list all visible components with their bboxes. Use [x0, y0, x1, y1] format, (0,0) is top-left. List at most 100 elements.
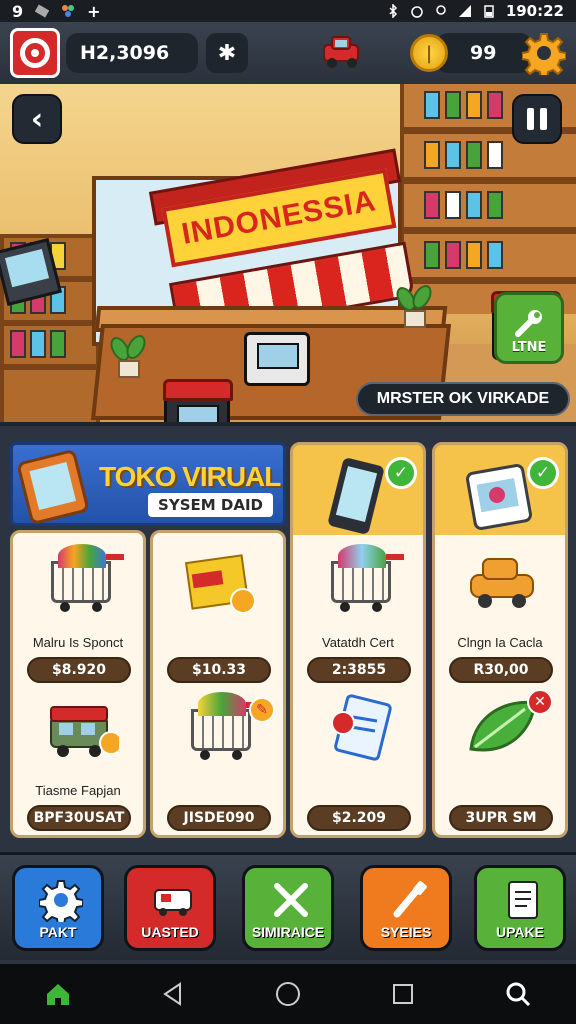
shopping-cart-icon: [43, 544, 124, 619]
action-label: PAKT: [39, 924, 77, 940]
plant-icon: [392, 281, 436, 328]
document-icon: [331, 694, 392, 761]
tools-icon: [274, 883, 308, 917]
shop-item[interactable]: Tiasme Fapjan BPF30USAT: [13, 687, 143, 837]
mission-button[interactable]: MRSTER OK VIRKADE: [356, 382, 570, 416]
shop-item[interactable]: $10.33: [153, 539, 283, 689]
shop-column-featured: ✓ Clngn Ia Cacla R30,00 ✕ 3UPR SM: [432, 442, 568, 838]
edit-badge-icon: ✎: [249, 697, 275, 723]
action-button-pakt[interactable]: PAKT: [12, 865, 104, 951]
store-scene[interactable]: INDONESSIA ‹ LTNE MRSTER OK VIRKADE: [0, 84, 576, 426]
square-icon: [393, 984, 414, 1004]
action-label: UPAKE: [496, 924, 544, 940]
action-button-upake[interactable]: UPAKE: [474, 865, 566, 951]
shop-item[interactable]: ✕ 3UPR SM: [435, 687, 565, 837]
favorite-button[interactable]: ✱: [206, 33, 248, 73]
circle-icon: [275, 982, 300, 1006]
home-icon: [46, 984, 69, 1005]
chevron-left-icon: ‹: [30, 101, 44, 137]
battery-icon: [484, 5, 494, 18]
coin-amount: 99: [436, 33, 532, 73]
shop-column: $10.33 ✎ JISDE090: [150, 530, 286, 838]
delivery-truck-icon[interactable]: [320, 33, 366, 73]
shop-item[interactable]: Clngn Ia Cacla R30,00: [435, 539, 565, 689]
item-price[interactable]: $10.33: [167, 657, 271, 683]
gear-icon: [39, 880, 83, 922]
notification-icon: [35, 4, 50, 18]
player-id: H2,3096: [66, 33, 198, 73]
check-icon: ✓: [527, 457, 559, 489]
shop-subtitle: SYSEM DAID: [148, 493, 273, 517]
recents-button[interactable]: [383, 974, 423, 1014]
system-nav-bar: [0, 964, 576, 1024]
search-button[interactable]: [498, 974, 538, 1014]
fire-truck-icon: [154, 889, 192, 916]
back-button[interactable]: ‹: [12, 94, 62, 144]
spray-icon: [393, 881, 427, 918]
tool-label: LTNE: [511, 340, 547, 355]
action-button-uasted[interactable]: UASTED: [124, 865, 216, 951]
action-bar: PAKT UASTED SIMIRAICE SYEIES UPAKE: [0, 852, 576, 960]
status-number: 9: [12, 1, 24, 21]
alarm-icon: [411, 6, 423, 18]
settings-gear-button[interactable]: [522, 31, 566, 75]
item-price[interactable]: 2:3855: [307, 657, 411, 683]
location-icon: [436, 5, 446, 15]
back-triangle-icon: [162, 982, 181, 1006]
bluetooth-icon: [389, 4, 397, 18]
item-price[interactable]: 3UPR SM: [449, 805, 553, 831]
home-circle-button[interactable]: [268, 974, 308, 1014]
shop-item[interactable]: ✎ JISDE090: [153, 687, 283, 837]
item-price[interactable]: R30,00: [449, 657, 553, 683]
item-price[interactable]: JISDE090: [167, 805, 271, 831]
clipboard-icon: [508, 881, 538, 919]
shop-column-featured: ✓ Vatatdh Cert 2:3855 $2.209: [290, 442, 426, 838]
pause-icon: [527, 108, 534, 130]
plant-icon: [106, 331, 150, 378]
shop-banner: TOKO VIRUAL SYSEM DAID: [10, 442, 286, 526]
shop-item[interactable]: Malru Is Sponct $8.920: [13, 539, 143, 689]
action-label: SIMIRAICE: [251, 924, 325, 940]
toy-car-icon: [470, 558, 534, 608]
pause-button[interactable]: [512, 94, 562, 144]
shop-column: Malru Is Sponct $8.920 Tiasme Fapjan BPF…: [10, 530, 146, 838]
profile-avatar-button[interactable]: [10, 28, 60, 78]
smartphone-icon: [16, 448, 90, 526]
action-label: UASTED: [141, 924, 199, 940]
clock: 190:22: [505, 2, 564, 20]
shop-item[interactable]: $2.209: [293, 687, 423, 837]
status-bar: 9 + 190:22: [0, 0, 576, 22]
top-hud: H2,3096 ✱ | 99: [0, 22, 576, 84]
search-icon: [506, 982, 531, 1007]
shop-title: TOKO VIRUAL: [99, 461, 281, 492]
wrench-icon: [515, 310, 542, 337]
atm-machine-icon[interactable]: [244, 332, 310, 386]
item-price[interactable]: $2.209: [307, 805, 411, 831]
coin-icon: |: [410, 34, 448, 72]
target-icon: [20, 38, 50, 68]
item-price[interactable]: BPF30USAT: [27, 805, 131, 831]
home-button[interactable]: [38, 974, 78, 1014]
tool-button[interactable]: LTNE: [494, 292, 564, 364]
shop-panel: TOKO VIRUAL SYSEM DAID Malru Is Sponct $…: [0, 430, 576, 850]
item-name: Vatatdh Cert: [321, 635, 395, 650]
item-name: Tiasme Fapjan: [35, 783, 121, 798]
back-nav-button[interactable]: [153, 974, 193, 1014]
action-button-syeies[interactable]: SYEIES: [360, 865, 452, 951]
delivery-truck-icon: [50, 706, 119, 757]
photos-icon: [62, 5, 75, 17]
close-badge-icon: ✕: [527, 689, 553, 715]
check-icon: ✓: [385, 457, 417, 489]
cash-register-icon[interactable]: [163, 379, 233, 422]
coin-counter: | 99: [410, 31, 566, 75]
shopping-cart-icon: [183, 692, 264, 767]
signal-icon: [458, 5, 471, 17]
action-label: SYEIES: [380, 924, 432, 940]
shopping-cart-icon: [323, 544, 404, 619]
action-button-simiraice[interactable]: SIMIRAICE: [242, 865, 334, 951]
plus-icon: +: [87, 1, 101, 21]
shop-item[interactable]: Vatatdh Cert 2:3855: [293, 539, 423, 689]
item-price[interactable]: $8.920: [27, 657, 131, 683]
item-name: Malru Is Sponct: [32, 635, 124, 650]
star-icon: ✱: [217, 40, 237, 66]
